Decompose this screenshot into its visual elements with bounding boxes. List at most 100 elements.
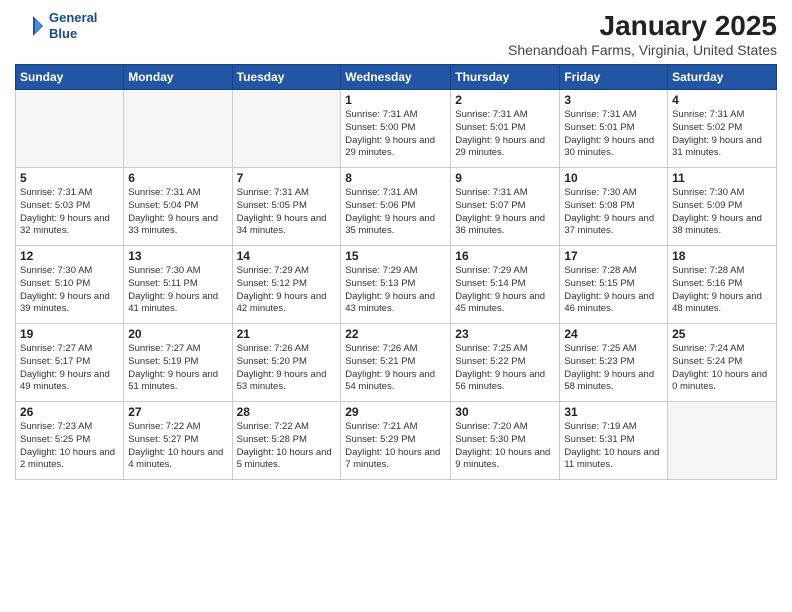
day-info: Sunrise: 7:25 AMSunset: 5:22 PMDaylight:…	[455, 343, 555, 394]
calendar-cell: 20 Sunrise: 7:27 AMSunset: 5:19 PMDayligh…	[124, 324, 232, 402]
calendar-cell	[668, 402, 777, 480]
day-info: Sunrise: 7:31 AMSunset: 5:05 PMDaylight:…	[237, 187, 337, 238]
col-monday: Monday	[124, 65, 232, 90]
week-row-1: 1 Sunrise: 7:31 AMSunset: 5:00 PMDaylight…	[16, 90, 777, 168]
calendar-cell: 16Sunrise: 7:29 AMSunset: 5:14 PMDayligh…	[451, 246, 560, 324]
day-number: 6	[128, 171, 227, 185]
calendar-cell	[232, 90, 341, 168]
calendar-cell: 26 Sunrise: 7:23 AMSunset: 5:25 PMDayligh…	[16, 402, 124, 480]
day-info: Sunrise: 7:31 AMSunset: 5:06 PMDaylight:…	[345, 187, 446, 238]
day-info: Sunrise: 7:30 AMSunset: 5:10 PMDaylight:…	[20, 265, 119, 316]
day-number: 29	[345, 405, 446, 419]
calendar-cell: 17 Sunrise: 7:28 AMSunset: 5:15 PMDayligh…	[560, 246, 668, 324]
calendar-cell: 8 Sunrise: 7:31 AMSunset: 5:06 PMDaylight…	[341, 168, 451, 246]
day-info: Sunrise: 7:27 AMSunset: 5:17 PMDaylight:…	[20, 343, 119, 394]
calendar-cell: 22Sunrise: 7:26 AMSunset: 5:21 PMDayligh…	[341, 324, 451, 402]
day-number: 7	[237, 171, 337, 185]
calendar-cell	[16, 90, 124, 168]
day-number: 3	[564, 93, 663, 107]
day-number: 31	[564, 405, 663, 419]
page-container: General Blue January 2025 Shenandoah Far…	[0, 0, 792, 612]
day-info: Sunrise: 7:28 AMSunset: 5:16 PMDaylight:…	[672, 265, 772, 316]
day-number: 12	[20, 249, 119, 263]
day-number: 17	[564, 249, 663, 263]
calendar-cell: 23 Sunrise: 7:25 AMSunset: 5:22 PMDayligh…	[451, 324, 560, 402]
day-number: 27	[128, 405, 227, 419]
logo-text: General Blue	[49, 10, 97, 41]
day-info: Sunrise: 7:19 AMSunset: 5:31 PMDaylight:…	[564, 421, 663, 472]
day-info: Sunrise: 7:29 AMSunset: 5:12 PMDaylight:…	[237, 265, 337, 316]
day-info: Sunrise: 7:21 AMSunset: 5:29 PMDaylight:…	[345, 421, 446, 472]
col-wednesday: Wednesday	[341, 65, 451, 90]
day-number: 28	[237, 405, 337, 419]
day-number: 18	[672, 249, 772, 263]
day-number: 25	[672, 327, 772, 341]
day-number: 1	[345, 93, 446, 107]
day-number: 24	[564, 327, 663, 341]
calendar-cell: 15 Sunrise: 7:29 AMSunset: 5:13 PMDayligh…	[341, 246, 451, 324]
day-number: 23	[455, 327, 555, 341]
week-row-2: 5 Sunrise: 7:31 AMSunset: 5:03 PMDaylight…	[16, 168, 777, 246]
calendar-cell: 19 Sunrise: 7:27 AMSunset: 5:17 PMDayligh…	[16, 324, 124, 402]
day-info: Sunrise: 7:29 AMSunset: 5:14 PMDaylight:…	[455, 265, 555, 316]
calendar-cell: 13 Sunrise: 7:30 AMSunset: 5:11 PMDayligh…	[124, 246, 232, 324]
day-info: Sunrise: 7:23 AMSunset: 5:25 PMDaylight:…	[20, 421, 119, 472]
day-number: 30	[455, 405, 555, 419]
day-info: Sunrise: 7:27 AMSunset: 5:19 PMDaylight:…	[128, 343, 227, 394]
calendar-cell: 3 Sunrise: 7:31 AMSunset: 5:01 PMDaylight…	[560, 90, 668, 168]
col-saturday: Saturday	[668, 65, 777, 90]
calendar-cell: 24 Sunrise: 7:25 AMSunset: 5:23 PMDayligh…	[560, 324, 668, 402]
calendar-cell: 30Sunrise: 7:20 AMSunset: 5:30 PMDayligh…	[451, 402, 560, 480]
week-row-3: 12 Sunrise: 7:30 AMSunset: 5:10 PMDayligh…	[16, 246, 777, 324]
day-info: Sunrise: 7:25 AMSunset: 5:23 PMDaylight:…	[564, 343, 663, 394]
logo: General Blue	[15, 10, 97, 41]
week-row-4: 19 Sunrise: 7:27 AMSunset: 5:17 PMDayligh…	[16, 324, 777, 402]
day-info: Sunrise: 7:24 AMSunset: 5:24 PMDaylight:…	[672, 343, 772, 394]
day-number: 2	[455, 93, 555, 107]
day-number: 11	[672, 171, 772, 185]
day-info: Sunrise: 7:31 AMSunset: 5:03 PMDaylight:…	[20, 187, 119, 238]
day-info: Sunrise: 7:28 AMSunset: 5:15 PMDaylight:…	[564, 265, 663, 316]
col-tuesday: Tuesday	[232, 65, 341, 90]
calendar-cell: 7 Sunrise: 7:31 AMSunset: 5:05 PMDaylight…	[232, 168, 341, 246]
day-info: Sunrise: 7:22 AMSunset: 5:28 PMDaylight:…	[237, 421, 337, 472]
header: General Blue January 2025 Shenandoah Far…	[15, 10, 777, 58]
calendar-cell: 21 Sunrise: 7:26 AMSunset: 5:20 PMDayligh…	[232, 324, 341, 402]
day-info: Sunrise: 7:29 AMSunset: 5:13 PMDaylight:…	[345, 265, 446, 316]
day-info: Sunrise: 7:30 AMSunset: 5:09 PMDaylight:…	[672, 187, 772, 238]
day-number: 8	[345, 171, 446, 185]
title-area: January 2025 Shenandoah Farms, Virginia,…	[508, 10, 777, 58]
day-number: 13	[128, 249, 227, 263]
day-number: 20	[128, 327, 227, 341]
calendar-cell: 31 Sunrise: 7:19 AMSunset: 5:31 PMDayligh…	[560, 402, 668, 480]
calendar-cell: 18 Sunrise: 7:28 AMSunset: 5:16 PMDayligh…	[668, 246, 777, 324]
day-number: 21	[237, 327, 337, 341]
day-info: Sunrise: 7:31 AMSunset: 5:01 PMDaylight:…	[564, 109, 663, 160]
day-number: 5	[20, 171, 119, 185]
day-info: Sunrise: 7:31 AMSunset: 5:01 PMDaylight:…	[455, 109, 555, 160]
calendar-header-row: Sunday Monday Tuesday Wednesday Thursday…	[16, 65, 777, 90]
day-info: Sunrise: 7:31 AMSunset: 5:07 PMDaylight:…	[455, 187, 555, 238]
day-number: 15	[345, 249, 446, 263]
calendar-cell: 2 Sunrise: 7:31 AMSunset: 5:01 PMDaylight…	[451, 90, 560, 168]
calendar-cell: 25 Sunrise: 7:24 AMSunset: 5:24 PMDayligh…	[668, 324, 777, 402]
col-sunday: Sunday	[16, 65, 124, 90]
calendar-cell: 12 Sunrise: 7:30 AMSunset: 5:10 PMDayligh…	[16, 246, 124, 324]
col-friday: Friday	[560, 65, 668, 90]
day-info: Sunrise: 7:30 AMSunset: 5:11 PMDaylight:…	[128, 265, 227, 316]
day-number: 9	[455, 171, 555, 185]
day-info: Sunrise: 7:31 AMSunset: 5:04 PMDaylight:…	[128, 187, 227, 238]
calendar-cell: 10Sunrise: 7:30 AMSunset: 5:08 PMDayligh…	[560, 168, 668, 246]
calendar-cell: 14 Sunrise: 7:29 AMSunset: 5:12 PMDayligh…	[232, 246, 341, 324]
day-info: Sunrise: 7:31 AMSunset: 5:02 PMDaylight:…	[672, 109, 772, 160]
day-number: 19	[20, 327, 119, 341]
day-number: 14	[237, 249, 337, 263]
calendar-cell: 28 Sunrise: 7:22 AMSunset: 5:28 PMDayligh…	[232, 402, 341, 480]
day-info: Sunrise: 7:22 AMSunset: 5:27 PMDaylight:…	[128, 421, 227, 472]
day-info: Sunrise: 7:26 AMSunset: 5:20 PMDaylight:…	[237, 343, 337, 394]
day-number: 4	[672, 93, 772, 107]
week-row-5: 26 Sunrise: 7:23 AMSunset: 5:25 PMDayligh…	[16, 402, 777, 480]
day-number: 26	[20, 405, 119, 419]
day-info: Sunrise: 7:31 AMSunset: 5:00 PMDaylight:…	[345, 109, 446, 160]
calendar-cell: 27 Sunrise: 7:22 AMSunset: 5:27 PMDayligh…	[124, 402, 232, 480]
